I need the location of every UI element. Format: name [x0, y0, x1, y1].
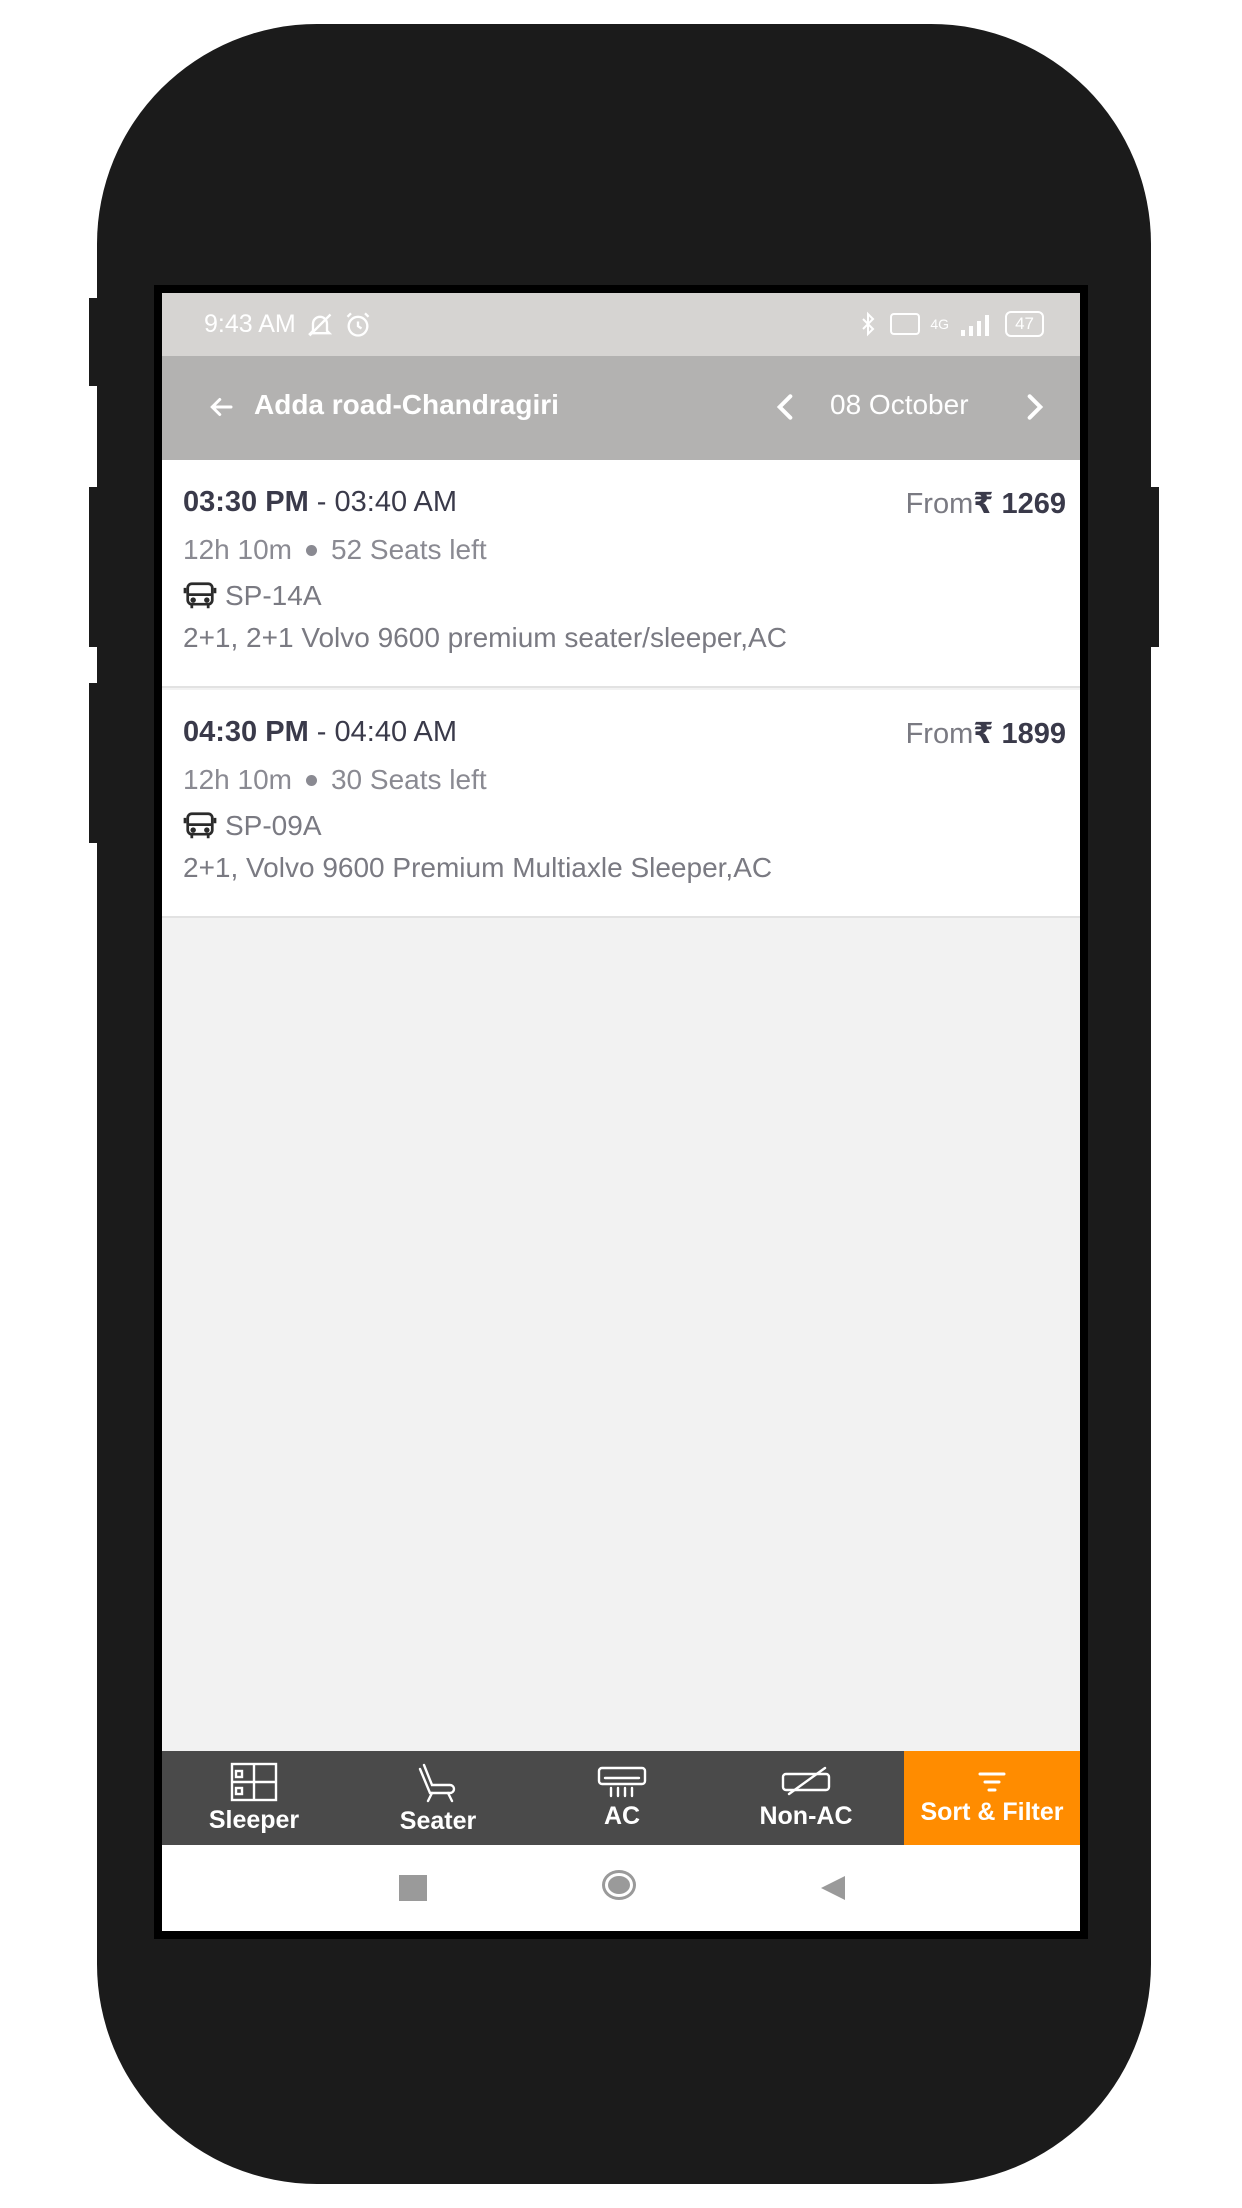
- tab-seater-label: Seater: [399, 1806, 477, 1835]
- price-prefix: From: [905, 488, 974, 520]
- tab-seater[interactable]: Seater: [346, 1751, 530, 1845]
- phone-side-button: [89, 298, 103, 386]
- volte-icon: [890, 313, 921, 335]
- bluetooth-icon: [862, 311, 875, 337]
- phone-side-button: [89, 487, 103, 647]
- trip-time: 03:30 PM - 03:40 AM: [183, 486, 457, 519]
- network-type: 4G: [930, 316, 950, 332]
- app-header: Adda road-Chandragiri 08 October: [162, 356, 1080, 460]
- tab-non-ac-label: Non-AC: [759, 1801, 853, 1830]
- tab-sort-filter-label: Sort & Filter: [920, 1797, 1064, 1826]
- separator-dot: [305, 544, 317, 556]
- seats-left: 30 Seats left: [330, 764, 487, 795]
- system-nav-bar: [162, 1845, 1080, 1931]
- tab-ac-label: AC: [603, 1801, 641, 1830]
- separator-dot: [305, 774, 317, 786]
- alarm-icon: [346, 312, 370, 337]
- bus-icon: [183, 812, 217, 839]
- back-arrow-icon[interactable]: [206, 392, 236, 422]
- bus-code: SP-09A: [225, 810, 322, 841]
- bus-code: SP-14A: [225, 580, 322, 611]
- signal-icon: [961, 315, 990, 336]
- tab-sleeper[interactable]: Sleeper: [162, 1751, 346, 1845]
- price-prefix: From: [905, 718, 974, 750]
- trip-meta: 12h 10m 30 Seats left: [183, 764, 487, 796]
- bell-muted-icon: [307, 313, 332, 336]
- departure-time: 03:30 PM: [183, 486, 309, 518]
- trip-code-row: SP-14A: [183, 580, 322, 612]
- arrival-time: - 03:40 AM: [308, 486, 458, 518]
- home-button-inner: [608, 1876, 630, 1894]
- seats-left: 52 Seats left: [330, 534, 487, 565]
- price-amount: ₹ 1899: [973, 718, 1066, 750]
- app-screen: 9:43 AM 4G 47 Adda road-Chandragiri 08 O…: [154, 285, 1088, 1939]
- bus-icon: [183, 582, 217, 609]
- trip-price: From₹ 1269: [906, 486, 1066, 521]
- chevron-left-icon[interactable]: [774, 391, 796, 423]
- tab-sleeper-label: Sleeper: [208, 1805, 300, 1834]
- bus-description: 2+1, 2+1 Volvo 9600 premium seater/sleep…: [183, 622, 787, 653]
- trip-card[interactable]: 04:30 PM - 04:40 AM From₹ 1899 12h 10m 3…: [162, 690, 1080, 918]
- bus-description: 2+1, Volvo 9600 Premium Multiaxle Sleepe…: [183, 852, 773, 883]
- filter-icon: [978, 1772, 1006, 1791]
- route-title: Adda road-Chandragiri: [254, 389, 559, 420]
- trip-meta: 12h 10m 52 Seats left: [183, 534, 487, 566]
- status-time: 9:43 AM: [204, 310, 296, 338]
- trip-card[interactable]: 03:30 PM - 03:40 AM From₹ 1269 12h 10m 5…: [162, 460, 1080, 688]
- departure-time: 04:30 PM: [183, 716, 309, 748]
- status-right: 4G 47: [856, 310, 1044, 338]
- price-amount: ₹ 1269: [973, 488, 1066, 520]
- trip-duration: 12h 10m: [183, 764, 292, 795]
- seater-icon: [418, 1763, 456, 1802]
- trip-duration: 12h 10m: [183, 534, 292, 565]
- non-ac-icon: [781, 1766, 831, 1795]
- battery-icon: 47: [1005, 311, 1044, 337]
- date-label[interactable]: 08 October: [830, 389, 969, 421]
- trip-code-row: SP-09A: [183, 810, 322, 842]
- status-bar: 9:43 AM 4G 47: [162, 293, 1080, 356]
- tab-ac[interactable]: AC: [530, 1751, 714, 1845]
- chevron-right-icon[interactable]: [1024, 391, 1046, 423]
- sleeper-icon: [230, 1762, 278, 1801]
- phone-side-button: [89, 683, 103, 843]
- recents-button[interactable]: [399, 1875, 427, 1901]
- trip-time: 04:30 PM - 04:40 AM: [183, 716, 457, 749]
- bottom-filter-bar: Sleeper Seater AC Non-AC Sort & Filter: [162, 1751, 1080, 1845]
- arrival-time: - 04:40 AM: [308, 716, 458, 748]
- phone-side-button: [1145, 487, 1159, 647]
- home-button[interactable]: [602, 1870, 636, 1900]
- back-triangle-icon[interactable]: [819, 1874, 847, 1902]
- tab-sort-filter[interactable]: Sort & Filter: [904, 1751, 1080, 1845]
- trip-price: From₹ 1899: [906, 716, 1066, 751]
- tab-non-ac[interactable]: Non-AC: [714, 1751, 898, 1845]
- ac-icon: [597, 1766, 647, 1797]
- status-left: 9:43 AM: [204, 310, 372, 339]
